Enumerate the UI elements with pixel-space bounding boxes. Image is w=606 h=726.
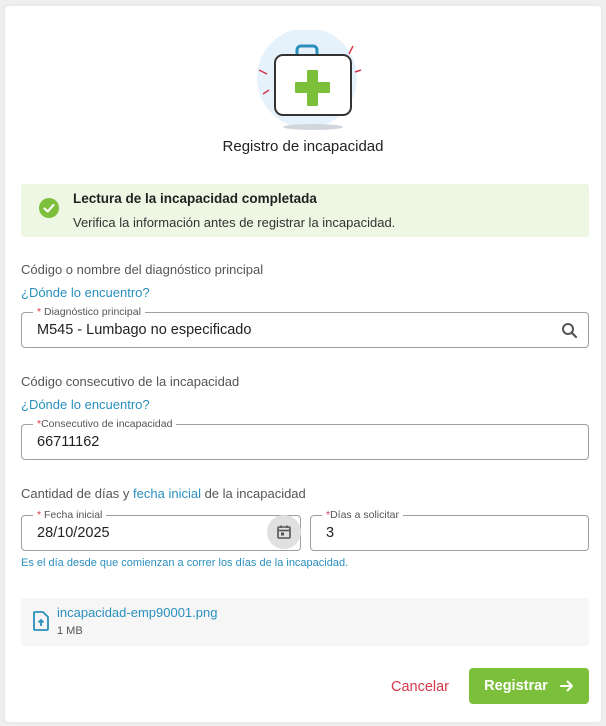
dates-section-label: Cantidad de días y fecha inicial de la i… <box>21 486 306 501</box>
file-name[interactable]: incapacidad-emp90001.png <box>57 605 217 620</box>
diagnostic-field[interactable]: * Diagnóstico principal M545 - Lumbago n… <box>21 305 589 348</box>
consecutive-section-label: Código consecutivo de la incapacidad <box>21 374 240 389</box>
start-date-field[interactable]: * Fecha inicial 28/10/2025 <box>21 508 301 551</box>
start-date-hint: Es el día desde que comienzan a correr l… <box>21 557 349 569</box>
diagnostic-section-label: Código o nombre del diagnóstico principa… <box>21 262 264 277</box>
attached-file[interactable]: incapacidad-emp90001.png 1 MB <box>21 598 589 646</box>
start-date-value: 28/10/2025 <box>37 525 110 541</box>
file-upload-icon <box>33 611 49 631</box>
consecutive-value: 66711162 <box>37 434 100 450</box>
days-field[interactable]: *Días a solicitar 3 <box>310 508 589 551</box>
consecutive-help-link[interactable]: ¿Dónde lo encuentro? <box>21 397 150 412</box>
calendar-icon[interactable] <box>267 515 301 549</box>
start-date-field-label: * Fecha inicial <box>33 508 107 522</box>
days-value: 3 <box>326 525 335 541</box>
first-aid-kit-icon <box>257 30 362 130</box>
incapacity-register-card: Registro de incapacidad Lectura de la in… <box>5 6 601 722</box>
register-button-label: Registrar <box>484 678 548 694</box>
file-size: 1 MB <box>57 625 83 637</box>
diagnostic-field-label: * Diagnóstico principal <box>33 305 145 319</box>
alert-message: Verifica la información antes de registr… <box>73 215 396 230</box>
consecutive-field-label: *Consecutivo de incapacidad <box>33 417 177 431</box>
consecutive-field[interactable]: *Consecutivo de incapacidad 66711162 <box>21 417 589 460</box>
success-alert: Lectura de la incapacidad completada Ver… <box>21 184 589 237</box>
cancel-button[interactable]: Cancelar <box>385 669 455 705</box>
search-icon[interactable] <box>561 322 578 339</box>
arrow-right-icon <box>559 680 573 692</box>
check-circle-icon <box>39 198 59 218</box>
diagnostic-help-link[interactable]: ¿Dónde lo encuentro? <box>21 285 150 300</box>
register-button[interactable]: Registrar <box>469 668 589 704</box>
days-field-label: *Días a solicitar <box>322 508 403 522</box>
page-title: Registro de incapacidad <box>222 138 384 155</box>
alert-title: Lectura de la incapacidad completada <box>73 191 317 206</box>
diagnostic-value: M545 - Lumbago no especificado <box>37 322 252 338</box>
